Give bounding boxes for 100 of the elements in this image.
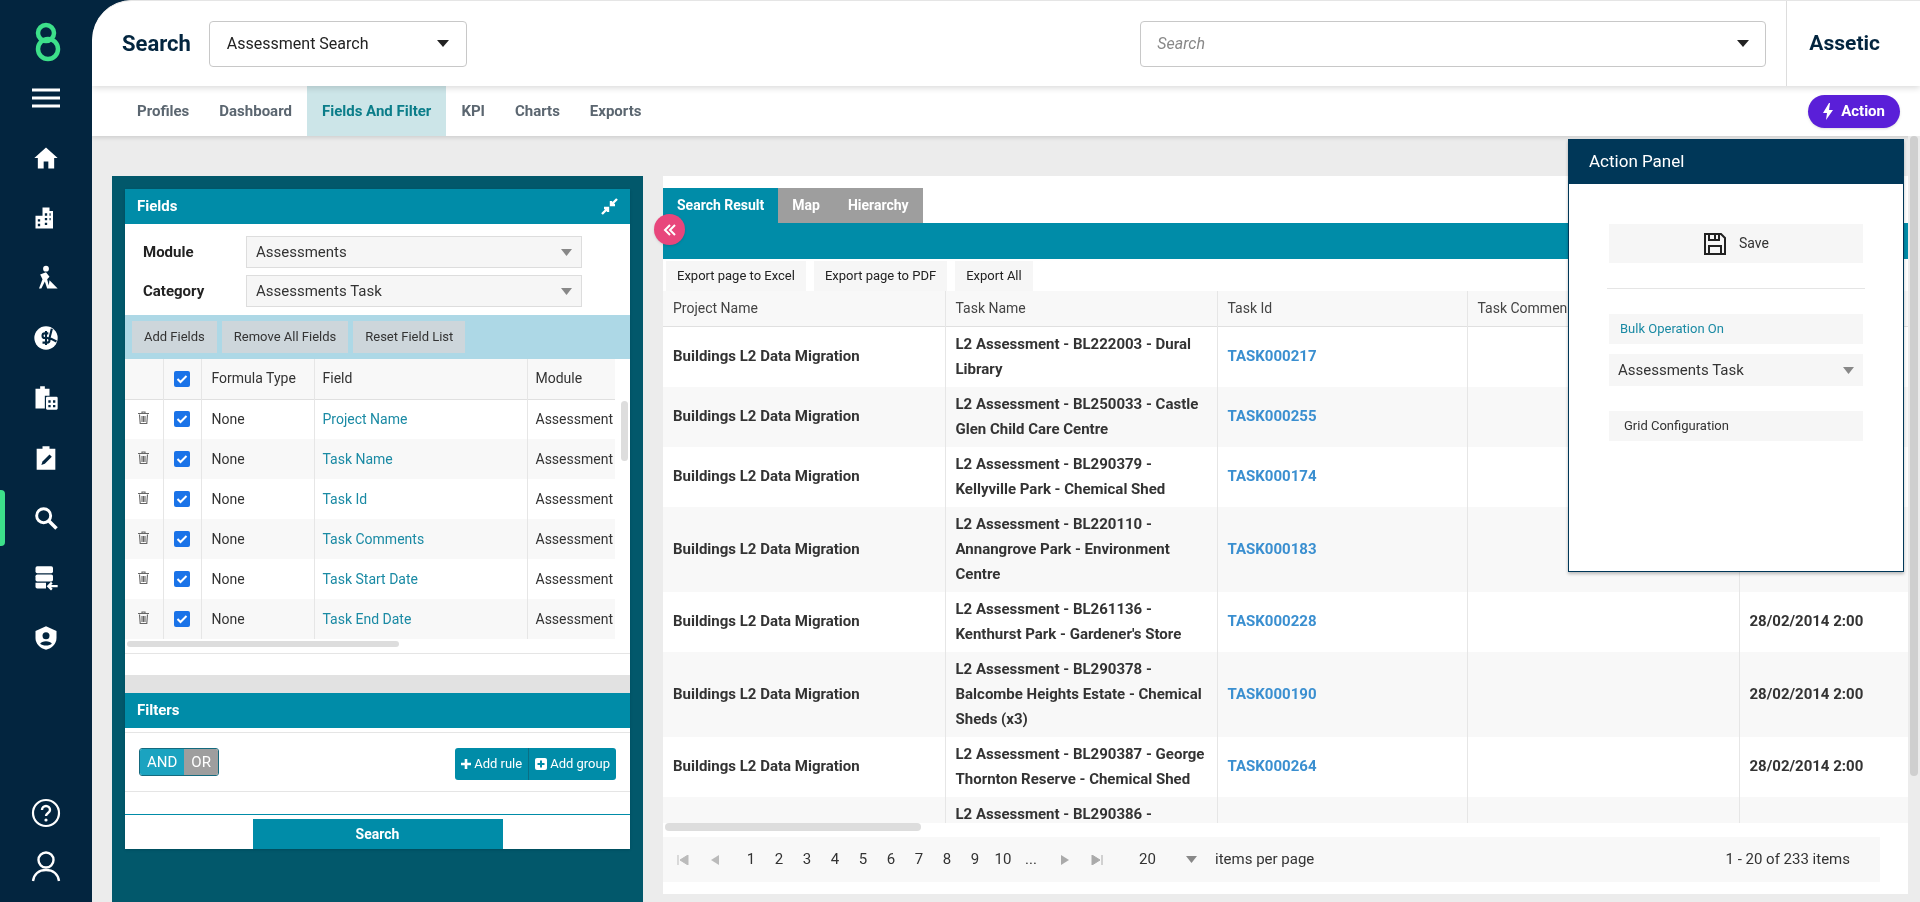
toolbar-button[interactable]: Reset Field List bbox=[353, 321, 466, 353]
toolbar-button[interactable]: Add Fields bbox=[132, 321, 217, 353]
page-size-dropdown[interactable]: 20 bbox=[1133, 844, 1203, 875]
caret-icon bbox=[561, 287, 572, 295]
page-link[interactable]: 8 bbox=[933, 848, 961, 871]
task-link[interactable]: TASK000190 bbox=[1227, 684, 1317, 703]
table-cell: Buildings L2 Data Migration bbox=[673, 612, 860, 630]
tab[interactable]: Search Result bbox=[663, 188, 779, 223]
page-link[interactable]: 3 bbox=[793, 848, 821, 871]
category-dropdown[interactable]: Assessments Task bbox=[246, 275, 582, 307]
field-label: Module bbox=[143, 241, 195, 263]
export-button[interactable]: Export page to Excel bbox=[666, 261, 806, 291]
checkbox[interactable] bbox=[174, 370, 190, 387]
tab[interactable]: Dashboard bbox=[204, 86, 307, 136]
table-cell: 28/02/2014 2:00 bbox=[1749, 684, 1864, 703]
page-link[interactable]: 2 bbox=[765, 848, 793, 871]
page-link[interactable]: 7 bbox=[905, 848, 933, 871]
panel-title: Action Panel bbox=[1589, 150, 1685, 174]
save-button[interactable]: Save bbox=[1609, 224, 1863, 263]
task-link[interactable]: TASK000183 bbox=[1227, 539, 1317, 558]
user-icon[interactable] bbox=[31, 850, 61, 882]
page-link[interactable]: 1 bbox=[737, 848, 765, 871]
tab[interactable]: KPI bbox=[446, 86, 500, 136]
table-cell: L2 Assessment - BL290387 - George Thornton Reserve - Chemical Shed bbox=[955, 744, 1205, 788]
vertical-scrollbar[interactable] bbox=[621, 401, 628, 461]
horizontal-scrollbar[interactable] bbox=[127, 641, 399, 647]
page-summary: 1 - 20 of 233 items bbox=[1725, 849, 1850, 871]
tab[interactable]: Profiles bbox=[122, 86, 205, 136]
table-cell: Assessment bbox=[527, 519, 615, 559]
collapse-panel-button[interactable] bbox=[654, 214, 685, 245]
search-field[interactable]: Search bbox=[1140, 20, 1767, 67]
task-link[interactable]: TASK000174 bbox=[1227, 467, 1317, 485]
field-link[interactable]: Task End Date bbox=[314, 599, 527, 639]
plus-square-icon bbox=[535, 758, 548, 770]
page-scrollbar[interactable] bbox=[1910, 136, 1918, 776]
page-link[interactable]: 9 bbox=[961, 848, 989, 871]
page-link[interactable]: 6 bbox=[877, 848, 905, 871]
table-cell: Assessment bbox=[527, 479, 615, 519]
add-button[interactable]: Add group bbox=[528, 748, 616, 780]
table-cell: L2 Assessment - BL290378 - Balcombe Heights Estate - Chemical Sheds (x3) bbox=[955, 659, 1202, 728]
caret-icon bbox=[1843, 366, 1854, 374]
table-cell: L2 Assessment - BL290379 - Kellyville Park - Chemical Shed bbox=[955, 454, 1166, 498]
trash-icon[interactable] bbox=[138, 490, 150, 504]
panel-title: Filters bbox=[137, 700, 180, 722]
field-label: Category bbox=[143, 280, 206, 302]
trash-icon[interactable] bbox=[138, 410, 150, 424]
page-link[interactable]: 4 bbox=[821, 848, 849, 871]
table-cell: Buildings L2 Data Migration bbox=[673, 467, 860, 485]
table-cell: 28/02/2014 2:00 bbox=[1749, 757, 1864, 775]
caret-icon bbox=[436, 40, 449, 47]
trash-icon[interactable] bbox=[138, 450, 150, 464]
column-header: Task Id bbox=[1217, 291, 1467, 326]
task-link[interactable]: TASK000264 bbox=[1227, 757, 1317, 775]
checkbox[interactable] bbox=[174, 451, 190, 467]
column-header: Task Name bbox=[945, 291, 1217, 326]
task-link[interactable]: TASK000217 bbox=[1227, 347, 1317, 365]
table-cell: L2 Assessment - BL220110 - Annangrove Park - Environment Centre bbox=[955, 514, 1170, 583]
collapse-icon[interactable] bbox=[601, 198, 618, 215]
checkbox[interactable] bbox=[174, 411, 190, 428]
table-cell: L2 Assessment - BL250033 - Castle Glen Child Care Centre bbox=[955, 394, 1199, 438]
checkbox[interactable] bbox=[174, 611, 190, 627]
dollar-pie-icon[interactable] bbox=[32, 324, 60, 352]
trash-icon[interactable] bbox=[138, 610, 150, 624]
table-cell: Buildings L2 Data Migration bbox=[673, 684, 860, 703]
toolbar-button[interactable]: Remove All Fields bbox=[221, 321, 349, 353]
checkbox[interactable] bbox=[174, 571, 190, 587]
plus-icon bbox=[461, 759, 472, 769]
task-link[interactable]: TASK000228 bbox=[1227, 612, 1317, 630]
page-link[interactable]: ... bbox=[1017, 848, 1045, 871]
action-button[interactable]: Action bbox=[1808, 94, 1900, 128]
category-dropdown[interactable]: Assessments Task bbox=[1609, 354, 1863, 386]
trash-icon[interactable] bbox=[138, 570, 150, 584]
search-type-dropdown[interactable]: Assessment Search bbox=[208, 20, 467, 67]
tab[interactable]: Exports bbox=[574, 86, 657, 136]
tab[interactable]: Charts bbox=[499, 86, 575, 136]
checkbox[interactable] bbox=[174, 531, 190, 547]
search-icon[interactable] bbox=[32, 504, 60, 532]
table-cell: L2 Assessment - BL222003 - Dural Library bbox=[955, 334, 1191, 378]
conjunction-toggle[interactable]: AND bbox=[140, 749, 185, 775]
table-cell: Assessment bbox=[527, 599, 615, 639]
export-button[interactable]: Export page to PDF bbox=[813, 261, 948, 291]
trash-icon[interactable] bbox=[138, 530, 150, 544]
add-button[interactable]: Add rule bbox=[455, 748, 529, 780]
column-header: Formula Type bbox=[201, 359, 314, 399]
tab[interactable]: Fields And Filter bbox=[306, 86, 447, 136]
help-icon[interactable] bbox=[31, 798, 61, 828]
task-link[interactable]: TASK000255 bbox=[1227, 407, 1317, 425]
bulk-operation-button[interactable]: Bulk Operation On bbox=[1609, 314, 1863, 344]
caret-icon bbox=[1186, 856, 1197, 863]
grid-configuration-button[interactable]: Grid Configuration bbox=[1609, 411, 1863, 441]
export-button[interactable]: Export All bbox=[955, 261, 1033, 291]
page-link[interactable]: 5 bbox=[849, 848, 877, 871]
menu-icon[interactable] bbox=[32, 88, 60, 108]
module-dropdown[interactable]: Assessments bbox=[246, 236, 582, 268]
search-button[interactable]: Search bbox=[252, 819, 503, 849]
horizontal-scrollbar[interactable] bbox=[665, 823, 921, 831]
checkbox[interactable] bbox=[174, 491, 190, 507]
page-link[interactable]: 10 bbox=[989, 848, 1017, 871]
search-input[interactable]: Search bbox=[1157, 31, 1718, 56]
table-cell: Assessment bbox=[527, 399, 615, 439]
